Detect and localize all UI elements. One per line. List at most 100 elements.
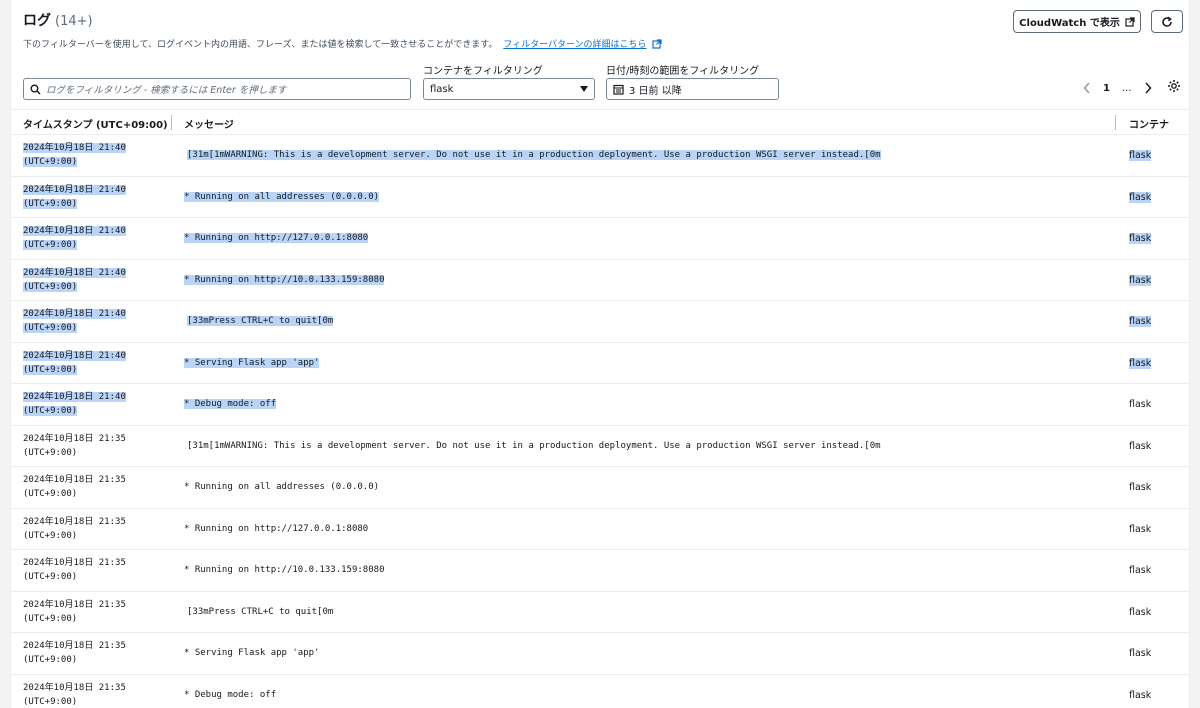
- filter-pattern-link[interactable]: フィルターパターンの詳細はこちら: [503, 40, 646, 50]
- refresh-icon: [1162, 16, 1172, 27]
- timestamp-cell: 2024年10月18日 21:40 (UTC+9:00): [23, 141, 143, 169]
- timestamp-date: 2024年10月18日 21:35: [23, 682, 126, 693]
- search-icon: [30, 84, 41, 95]
- column-resizer[interactable]: [1115, 115, 1116, 130]
- gear-icon[interactable]: [1167, 79, 1181, 93]
- log-message: * Serving Flask app 'app': [184, 357, 320, 368]
- table-row[interactable]: 2024年10月18日 21:35 (UTC+9:00) * Running on …: [11, 467, 1189, 509]
- view-in-cloudwatch-label: CloudWatch で表示: [1019, 18, 1120, 29]
- log-message: * Running on http://10.0.133.159:8080: [184, 274, 385, 285]
- title-text: ログ: [23, 13, 51, 29]
- container-cell: flask: [1129, 315, 1152, 328]
- log-message: * Running on http://127.0.0.1:8080: [184, 523, 369, 534]
- message-cell: * Debug mode: off: [184, 398, 277, 411]
- calendar-icon: [613, 84, 624, 95]
- refresh-button[interactable]: [1151, 10, 1183, 33]
- table-row[interactable]: 2024年10月18日 21:35 (UTC+9:00) * Running on …: [11, 509, 1189, 550]
- timestamp-date: 2024年10月18日 21:40: [23, 226, 126, 236]
- page-title: ログ (14+): [23, 13, 93, 29]
- timestamp-cell: 2024年10月18日 21:40 (UTC+9:00): [23, 307, 143, 335]
- container-name: flask: [1129, 357, 1152, 369]
- timestamp-timezone: (UTC+9:00): [23, 572, 78, 582]
- table-row[interactable]: 2024年10月18日 21:40 (UTC+9:00) * Running on …: [11, 260, 1189, 301]
- column-header-message[interactable]: メッセージ: [184, 116, 234, 131]
- timestamp-cell: 2024年10月18日 21:35 (UTC+9:00): [23, 432, 143, 460]
- container-cell: flask: [1129, 647, 1151, 660]
- page-number[interactable]: 1: [1103, 83, 1110, 94]
- log-message: [33mPress CTRL+C to quit[0m: [187, 606, 334, 617]
- container-filter-select[interactable]: flask: [423, 78, 595, 100]
- timestamp-cell: 2024年10月18日 21:35 (UTC+9:00): [23, 556, 143, 584]
- timestamp-timezone: (UTC+9:00): [23, 198, 78, 209]
- column-resizer[interactable]: [171, 115, 172, 130]
- container-name: flask: [1129, 606, 1152, 618]
- container-name: flask: [1129, 482, 1152, 493]
- timestamp-timezone: (UTC+9:00): [23, 530, 78, 541]
- message-cell: * Running on http://10.0.133.159:8080: [184, 274, 385, 287]
- container-cell: flask: [1129, 440, 1151, 453]
- timestamp-cell: 2024年10月18日 21:40 (UTC+9:00): [23, 349, 143, 377]
- log-message: * Running on http://127.0.0.1:8080: [184, 233, 369, 243]
- column-header-container[interactable]: コンテナ: [1129, 116, 1169, 131]
- page-ellipsis: ...: [1121, 82, 1132, 94]
- container-name: flask: [1129, 191, 1152, 203]
- container-filter-label: コンテナをフィルタリング: [423, 66, 543, 77]
- description: 下のフィルターバーを使用して、ログイベント内の用語、フレーズ、または値を検索して…: [23, 37, 663, 50]
- log-count: (14+): [55, 14, 93, 29]
- pagination: 1 ...: [1083, 79, 1152, 97]
- table-row[interactable]: 2024年10月18日 21:40 (UTC+9:00) * Serving Fla…: [11, 343, 1189, 384]
- timestamp-cell: 2024年10月18日 21:35 (UTC+9:00): [23, 681, 143, 708]
- timestamp-date: 2024年10月18日 21:40: [23, 184, 126, 195]
- timestamp-timezone: (UTC+9:00): [23, 281, 78, 292]
- caret-down-icon: [580, 86, 588, 92]
- container-cell: flask: [1129, 191, 1152, 204]
- message-cell: [33mPress CTRL+C to quit[0m: [187, 606, 333, 619]
- message-cell: * Serving Flask app 'app': [184, 647, 319, 660]
- timestamp-timezone: (UTC+9:00): [23, 157, 78, 167]
- container-name: flask: [1129, 233, 1152, 244]
- container-name: flask: [1129, 150, 1152, 161]
- table-row[interactable]: 2024年10月18日 21:35 (UTC+9:00) [33mPress CTR…: [11, 592, 1189, 633]
- message-cell: * Serving Flask app 'app': [184, 357, 320, 370]
- table-row[interactable]: 2024年10月18日 21:40 (UTC+9:00) * Running on …: [11, 177, 1189, 218]
- container-cell: flask: [1129, 523, 1151, 536]
- message-cell: [33mPress CTRL+C to quit[0m: [187, 315, 334, 328]
- timestamp-date: 2024年10月18日 21:35: [23, 558, 126, 568]
- timestamp-cell: 2024年10月18日 21:40 (UTC+9:00): [23, 224, 143, 252]
- date-range-filter[interactable]: 3 日前 以降: [606, 78, 779, 100]
- timestamp-cell: 2024年10月18日 21:35 (UTC+9:00): [23, 598, 143, 626]
- container-name: flask: [1129, 689, 1152, 701]
- external-link-icon[interactable]: [652, 39, 663, 49]
- table-header: タイムスタンプ (UTC+09:00) メッセージ コンテナ: [11, 109, 1189, 135]
- container-name: flask: [1129, 399, 1152, 410]
- timestamp-cell: 2024年10月18日 21:35 (UTC+9:00): [23, 515, 143, 543]
- log-message: * Debug mode: off: [184, 689, 277, 700]
- container-cell: flask: [1129, 232, 1152, 245]
- container-cell: flask: [1129, 357, 1152, 370]
- container-name: flask: [1129, 523, 1152, 535]
- table-row[interactable]: 2024年10月18日 21:35 (UTC+9:00) * Serving Fla…: [11, 633, 1189, 675]
- log-message: [33mPress CTRL+C to quit[0m: [187, 316, 334, 326]
- container-cell: flask: [1129, 274, 1152, 287]
- table-row[interactable]: 2024年10月18日 21:40 (UTC+9:00) [33mPress CTR…: [11, 301, 1189, 343]
- log-message: [31m[1mWARNING: This is a development se…: [187, 150, 881, 160]
- message-cell: [31m[1mWARNING: This is a development se…: [187, 440, 881, 453]
- log-filter-input[interactable]: ログをフィルタリング - 検索するには Enter を押します: [23, 78, 411, 100]
- table-row[interactable]: 2024年10月18日 21:35 (UTC+9:00) [31m[1mWARNIN…: [11, 426, 1189, 467]
- container-cell: flask: [1129, 149, 1152, 162]
- timestamp-date: 2024年10月18日 21:40: [23, 350, 126, 361]
- date-filter-label: 日付/時刻の範囲をフィルタリング: [606, 66, 760, 77]
- chevron-right-icon[interactable]: [1144, 82, 1152, 94]
- timestamp-timezone: (UTC+9:00): [23, 447, 78, 458]
- table-row[interactable]: 2024年10月18日 21:40 (UTC+9:00) * Running on …: [11, 218, 1189, 260]
- table-row[interactable]: 2024年10月18日 21:40 (UTC+9:00) * Debug mode:…: [11, 384, 1189, 426]
- timestamp-date: 2024年10月18日 21:40: [23, 143, 126, 153]
- chevron-left-icon[interactable]: [1083, 82, 1091, 94]
- column-header-timestamp[interactable]: タイムスタンプ (UTC+09:00): [23, 116, 168, 131]
- timestamp-timezone: (UTC+9:00): [23, 613, 78, 624]
- timestamp-date: 2024年10月18日 21:35: [23, 475, 126, 485]
- table-row[interactable]: 2024年10月18日 21:35 (UTC+9:00) * Running on …: [11, 550, 1189, 592]
- table-row[interactable]: 2024年10月18日 21:35 (UTC+9:00) * Debug mode:…: [11, 675, 1189, 708]
- view-in-cloudwatch-button[interactable]: CloudWatch で表示: [1013, 10, 1141, 33]
- table-row[interactable]: 2024年10月18日 21:40 (UTC+9:00) [31m[1mWARNIN…: [11, 135, 1189, 177]
